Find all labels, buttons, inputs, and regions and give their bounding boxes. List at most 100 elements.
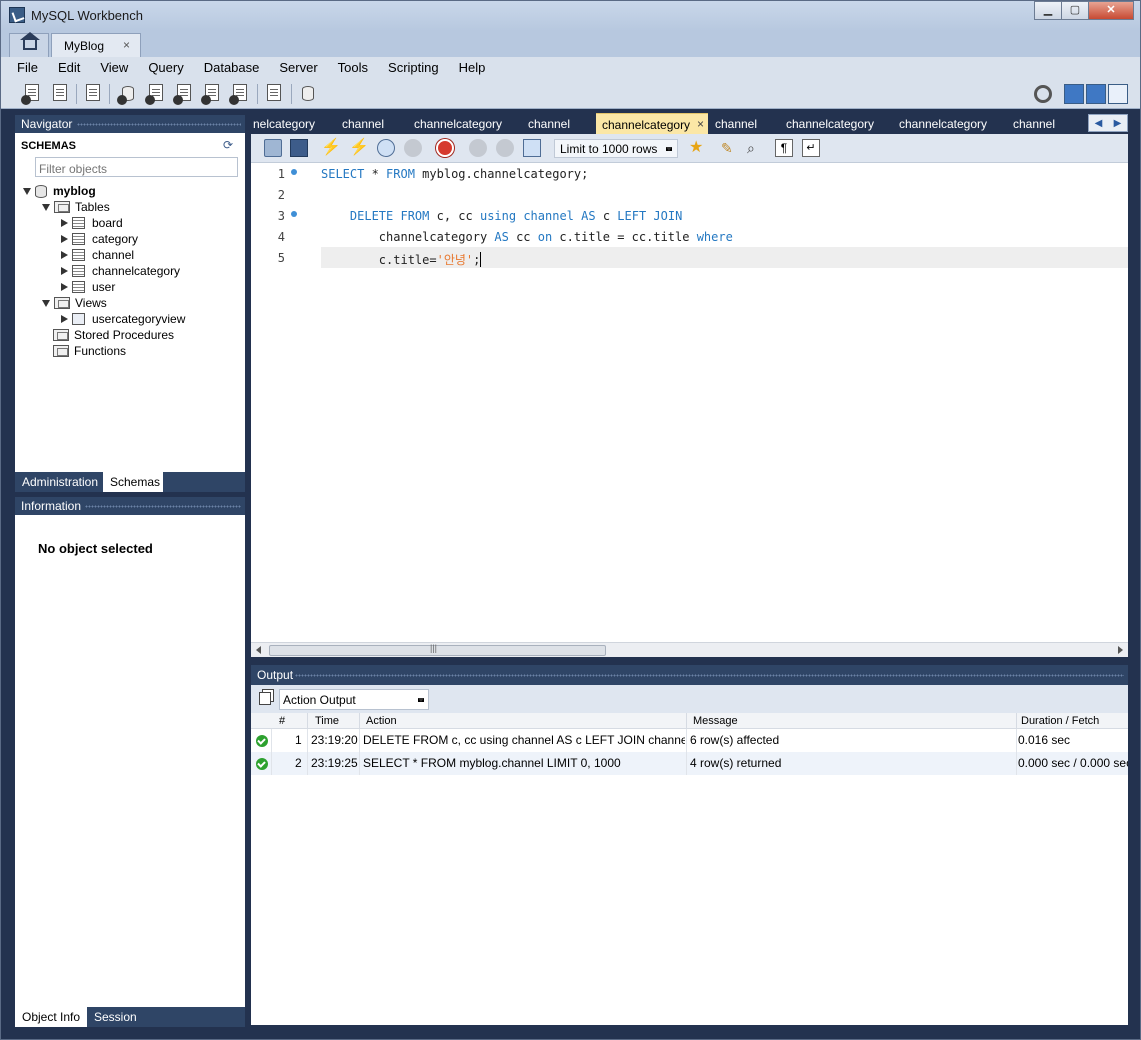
tab-schemas[interactable]: Schemas: [103, 472, 163, 492]
menu-tools[interactable]: Tools: [328, 57, 378, 79]
column-header-action[interactable]: Action: [366, 715, 397, 727]
connection-tab[interactable]: MyBlog ×: [51, 33, 141, 57]
table-node-channelcategory[interactable]: channelcategory: [61, 263, 180, 279]
editor-tab[interactable]: channel: [711, 113, 761, 134]
home-tab[interactable]: [9, 32, 49, 57]
expand-arrow-icon[interactable]: [42, 203, 50, 211]
output-header: Output: [251, 665, 1128, 685]
code-line: 1 SELECT * FROM myblog.channelcategory;: [251, 163, 1128, 184]
menu-database[interactable]: Database: [194, 57, 270, 79]
sql-editor[interactable]: 1 SELECT * FROM myblog.channelcategory; …: [251, 163, 1128, 642]
column-header-message[interactable]: Message: [693, 715, 738, 727]
beautify-broom-icon[interactable]: ✎: [721, 139, 739, 157]
filter-objects-input[interactable]: [35, 157, 238, 177]
editor-horizontal-scrollbar[interactable]: |||: [251, 642, 1128, 657]
copy-icon[interactable]: [259, 692, 271, 705]
menu-server[interactable]: Server: [269, 57, 327, 79]
tab-administration[interactable]: Administration: [15, 472, 105, 492]
explain-icon[interactable]: [377, 139, 395, 157]
tab-object-info[interactable]: Object Info: [15, 1007, 88, 1027]
expand-arrow-icon[interactable]: [42, 299, 50, 307]
expand-arrow-icon[interactable]: [61, 251, 68, 259]
expand-arrow-icon[interactable]: [61, 315, 68, 323]
code-text: DELETE FROM c, cc using channel AS c LEF…: [349, 209, 683, 223]
add-snippet-star-icon[interactable]: ★: [689, 139, 707, 157]
execute-current-icon[interactable]: ⚡: [349, 139, 369, 157]
column-header-duration[interactable]: Duration / Fetch: [1021, 715, 1099, 727]
expand-arrow-icon[interactable]: [61, 267, 68, 275]
save-icon[interactable]: [290, 139, 308, 157]
stored-procedures-node[interactable]: Stored Procedures: [53, 327, 174, 343]
stop-execution-icon[interactable]: [404, 139, 422, 157]
close-tab-icon[interactable]: ×: [123, 38, 130, 52]
editor-tab[interactable]: channelcategory: [411, 113, 505, 134]
search-table-data-icon[interactable]: [263, 83, 285, 105]
expand-arrow-icon[interactable]: [61, 219, 68, 227]
commit-icon[interactable]: [469, 139, 487, 157]
rollback-icon[interactable]: [496, 139, 514, 157]
toggle-error-stop-icon[interactable]: [436, 139, 454, 157]
menu-edit[interactable]: Edit: [48, 57, 90, 79]
scroll-thumb[interactable]: |||: [269, 643, 606, 656]
functions-node[interactable]: Functions: [53, 343, 126, 359]
output-type-select[interactable]: Action Output: [279, 689, 429, 710]
maximize-button[interactable]: ▢: [1061, 1, 1089, 20]
close-button[interactable]: ✕: [1088, 1, 1134, 20]
create-table-icon[interactable]: [145, 83, 167, 105]
create-function-icon[interactable]: [229, 83, 251, 105]
menu-view[interactable]: View: [90, 57, 138, 79]
create-view-icon[interactable]: [173, 83, 195, 105]
toggle-sidebar-icon[interactable]: [1064, 84, 1084, 104]
column-header-num[interactable]: #: [279, 715, 285, 727]
create-schema-icon[interactable]: [117, 83, 139, 105]
menu-file[interactable]: File: [7, 57, 48, 79]
editor-tab[interactable]: channelcategory: [894, 113, 992, 134]
table-row[interactable]: 1 23:19:20 DELETE FROM c, cc using chann…: [251, 729, 1128, 752]
execute-icon[interactable]: ⚡: [321, 139, 341, 157]
autocommit-toggle-icon[interactable]: [523, 139, 541, 157]
tab-scroll-left-icon[interactable]: ◀: [1095, 118, 1103, 129]
editor-tab[interactable]: channel: [331, 113, 395, 134]
schema-inspector-icon[interactable]: [82, 83, 104, 105]
settings-gear-icon[interactable]: [1034, 85, 1052, 103]
column-header-time[interactable]: Time: [315, 715, 339, 727]
toggle-output-icon[interactable]: [1086, 84, 1106, 104]
new-sql-tab-icon[interactable]: [21, 83, 43, 105]
menu-query[interactable]: Query: [138, 57, 193, 79]
menu-help[interactable]: Help: [449, 57, 496, 79]
close-tab-icon[interactable]: ×: [697, 117, 704, 131]
table-node-category[interactable]: category: [61, 231, 138, 247]
editor-tab[interactable]: nelcategory: [251, 113, 317, 134]
editor-tab[interactable]: channelcategory: [781, 113, 879, 134]
table-row[interactable]: 2 23:19:25 SELECT * FROM myblog.channel …: [251, 752, 1128, 775]
editor-tab[interactable]: channel: [1007, 113, 1061, 134]
minimize-button[interactable]: ▁: [1034, 1, 1062, 20]
open-file-icon[interactable]: [264, 139, 282, 157]
scroll-right-icon[interactable]: [1118, 646, 1123, 654]
table-node-user[interactable]: user: [61, 279, 115, 295]
views-node[interactable]: Views: [42, 295, 107, 311]
open-sql-script-icon[interactable]: [49, 83, 71, 105]
view-node-usercategoryview[interactable]: usercategoryview: [61, 311, 185, 327]
tab-session[interactable]: Session: [87, 1007, 144, 1027]
schema-node[interactable]: myblog: [23, 183, 96, 199]
editor-tab[interactable]: channel: [521, 113, 577, 134]
invisible-chars-icon[interactable]: ¶: [775, 139, 793, 157]
menu-scripting[interactable]: Scripting: [378, 57, 449, 79]
tab-scroll-right-icon[interactable]: ▶: [1114, 118, 1122, 129]
scroll-left-icon[interactable]: [256, 646, 261, 654]
tables-node[interactable]: Tables: [42, 199, 110, 215]
reconnect-icon[interactable]: [297, 83, 319, 105]
expand-arrow-icon[interactable]: [23, 187, 31, 195]
editor-tab-active[interactable]: channelcategory ×: [596, 113, 708, 134]
find-icon[interactable]: ⌕: [747, 139, 765, 157]
limit-rows-select[interactable]: Limit to 1000 rows: [554, 139, 678, 158]
create-procedure-icon[interactable]: [201, 83, 223, 105]
word-wrap-icon[interactable]: ↵: [802, 139, 820, 157]
table-node-channel[interactable]: channel: [61, 247, 134, 263]
table-node-board[interactable]: board: [61, 215, 123, 231]
toggle-secondary-sidebar-icon[interactable]: [1108, 84, 1128, 104]
expand-arrow-icon[interactable]: [61, 235, 68, 243]
expand-arrow-icon[interactable]: [61, 283, 68, 291]
refresh-icon[interactable]: ⟳: [223, 139, 235, 151]
